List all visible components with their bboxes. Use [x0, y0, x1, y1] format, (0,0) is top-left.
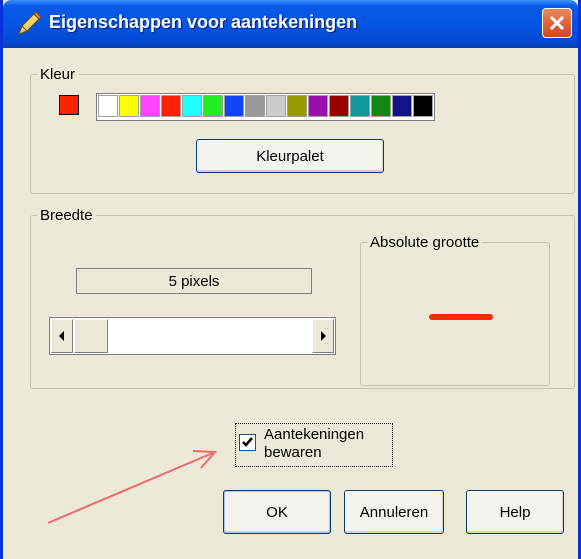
dialog-window: Eigenschappen voor aantekeningen Kleur K… [0, 0, 581, 559]
annotation-arrow [47, 450, 218, 524]
